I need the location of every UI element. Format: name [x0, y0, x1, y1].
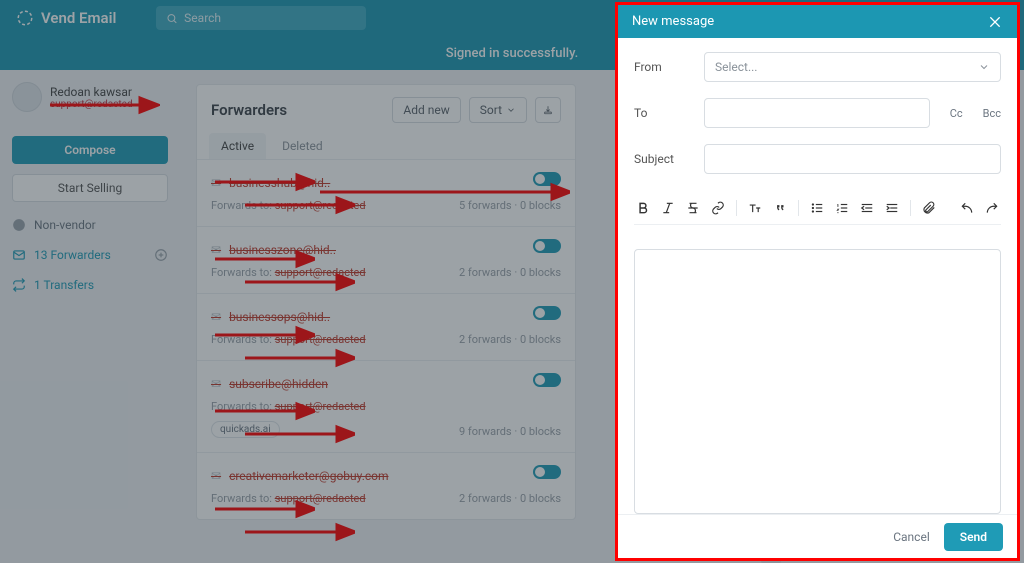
undo-icon[interactable] — [960, 201, 974, 215]
to-label: To — [634, 106, 690, 120]
editor-toolbar — [634, 196, 1001, 225]
bcc-button[interactable]: Bcc — [983, 107, 1001, 120]
to-input[interactable] — [704, 98, 930, 128]
from-label: From — [634, 60, 690, 74]
quote-icon[interactable] — [773, 201, 787, 215]
bold-icon[interactable] — [636, 201, 650, 215]
editor-body[interactable] — [634, 249, 1001, 514]
italic-icon[interactable] — [661, 201, 675, 215]
strike-icon[interactable] — [686, 201, 700, 215]
indent-icon[interactable] — [885, 201, 899, 215]
from-select[interactable]: Select... — [704, 52, 1001, 82]
bullet-list-icon[interactable] — [810, 201, 824, 215]
ordered-list-icon[interactable] — [835, 201, 849, 215]
close-icon[interactable] — [987, 14, 1003, 30]
compose-footer: Cancel Send — [618, 514, 1017, 558]
attachment-icon[interactable] — [922, 201, 936, 215]
compose-modal: New message From Select... To Cc Bcc Sub… — [615, 2, 1020, 561]
subject-input[interactable] — [704, 144, 1001, 174]
subject-label: Subject — [634, 152, 690, 166]
outdent-icon[interactable] — [860, 201, 874, 215]
compose-header: New message — [618, 5, 1017, 38]
send-button[interactable]: Send — [944, 523, 1003, 551]
cc-button[interactable]: Cc — [950, 107, 963, 120]
from-placeholder: Select... — [715, 60, 757, 74]
chevron-down-icon — [978, 61, 990, 73]
link-icon[interactable] — [711, 201, 725, 215]
text-size-icon[interactable] — [748, 201, 762, 215]
compose-title: New message — [632, 14, 714, 29]
cancel-button[interactable]: Cancel — [893, 530, 930, 544]
redo-icon[interactable] — [985, 201, 999, 215]
